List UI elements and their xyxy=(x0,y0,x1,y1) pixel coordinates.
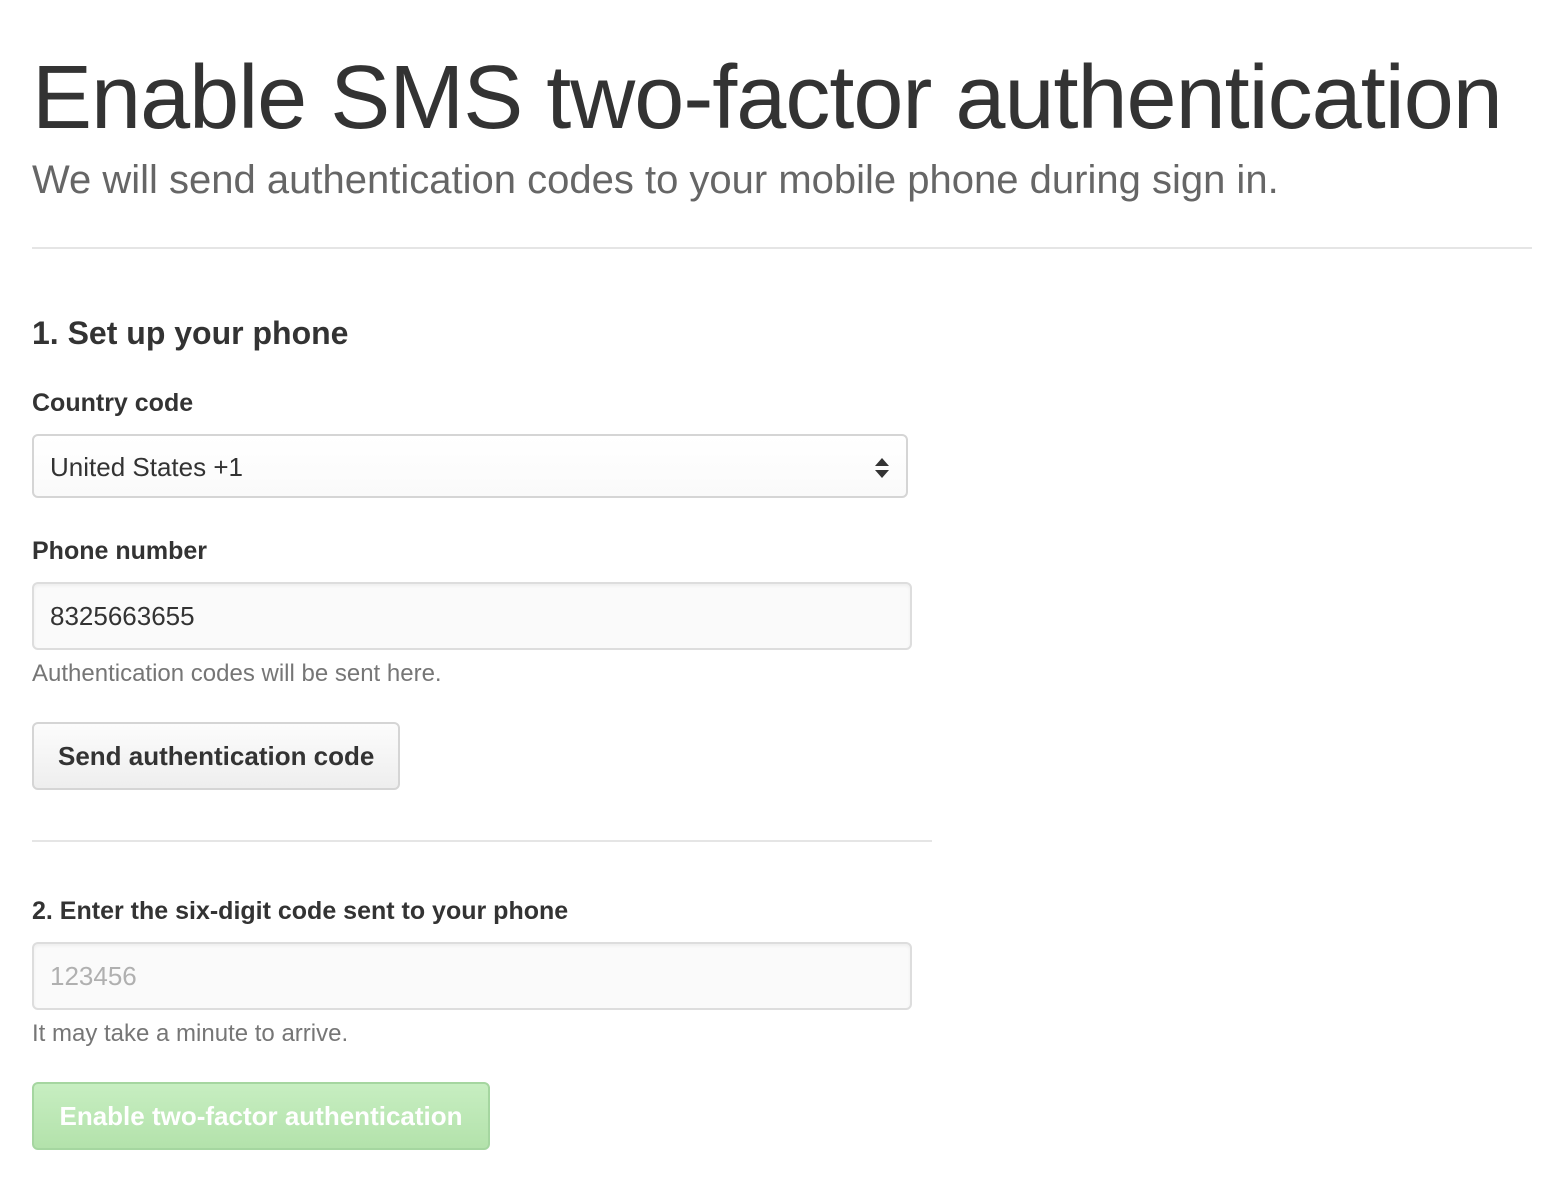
page-title: Enable SMS two-factor authentication xyxy=(32,48,1503,148)
phone-number-label: Phone number xyxy=(32,537,208,565)
select-arrows-icon xyxy=(874,456,890,480)
phone-number-help-text: Authentication codes will be sent here. xyxy=(32,660,442,687)
page-subtitle: We will send authentication codes to you… xyxy=(32,158,1279,202)
country-code-label: Country code xyxy=(32,389,194,417)
verification-code-input[interactable] xyxy=(32,942,912,1010)
phone-number-input[interactable] xyxy=(32,582,912,650)
header-divider xyxy=(32,247,1532,249)
enable-two-factor-button[interactable]: Enable two-factor authentication xyxy=(32,1082,490,1150)
step-2-heading: 2. Enter the six-digit code sent to your… xyxy=(32,897,569,925)
send-authentication-code-button[interactable]: Send authentication code xyxy=(32,722,400,790)
step-1-heading: 1. Set up your phone xyxy=(32,315,349,351)
section-divider xyxy=(32,840,932,842)
country-code-selected-value: United States +1 xyxy=(50,452,243,482)
country-code-select[interactable]: United States +1 xyxy=(32,434,908,498)
verification-code-help-text: It may take a minute to arrive. xyxy=(32,1020,349,1047)
